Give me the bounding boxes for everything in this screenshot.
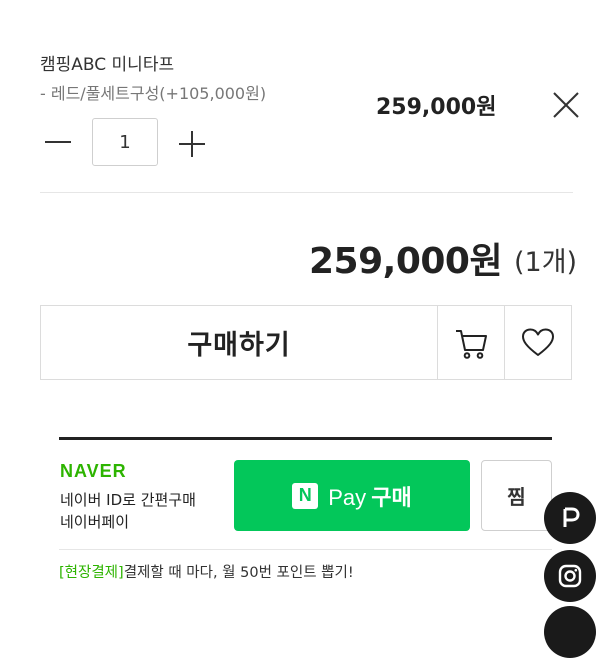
promo-tag: [현장결제]	[59, 565, 124, 581]
floating-button[interactable]	[544, 606, 596, 658]
divider	[40, 192, 573, 193]
floating-instagram-button[interactable]	[544, 550, 596, 602]
add-to-cart-button[interactable]	[437, 306, 504, 379]
total-count: (1개)	[514, 247, 578, 278]
npay-pay-text: Pay	[328, 484, 367, 510]
total-price: 259,000원	[309, 241, 503, 282]
promo-text: [현장결제]결제할 때 마다, 월 50번 포인트 뽑기!	[59, 561, 354, 582]
purchase-actions: 구매하기	[40, 305, 572, 380]
cart-icon	[456, 329, 487, 359]
wishlist-button[interactable]	[504, 306, 571, 379]
quantity-decrease-button[interactable]	[42, 128, 74, 156]
product-option: - 레드/풀세트구성(+105,000원)	[40, 84, 267, 103]
naver-section-divider	[59, 437, 552, 440]
instagram-icon	[558, 564, 582, 588]
naver-description: 네이버 ID로 간편구매	[60, 491, 196, 509]
floating-pay-button[interactable]	[544, 492, 596, 544]
buy-button[interactable]: 구매하기	[41, 306, 437, 379]
quantity-increase-button[interactable]	[176, 128, 208, 160]
naver-pay-label: 네이버페이	[60, 513, 130, 531]
quantity-input[interactable]	[92, 118, 158, 166]
promo-message: 결제할 때 마다, 월 50번 포인트 뽑기!	[123, 565, 354, 581]
naver-pay-buy-button[interactable]: N Pay 구매	[234, 460, 470, 531]
naver-zzim-button[interactable]: 찜	[481, 460, 552, 531]
plus-icon	[179, 131, 205, 157]
heart-icon	[522, 328, 554, 356]
remove-item-button[interactable]	[551, 90, 581, 120]
naver-logo: NAVER	[60, 461, 127, 481]
pay-icon	[563, 507, 580, 527]
npay-buy-text: 구매	[371, 485, 412, 511]
naver-n-icon: N	[292, 482, 319, 509]
product-name: 캠핑ABC 미니타프	[40, 55, 175, 75]
minus-icon	[45, 141, 71, 143]
divider	[59, 549, 552, 550]
item-price: 259,000원	[376, 95, 497, 120]
close-icon	[553, 92, 579, 118]
